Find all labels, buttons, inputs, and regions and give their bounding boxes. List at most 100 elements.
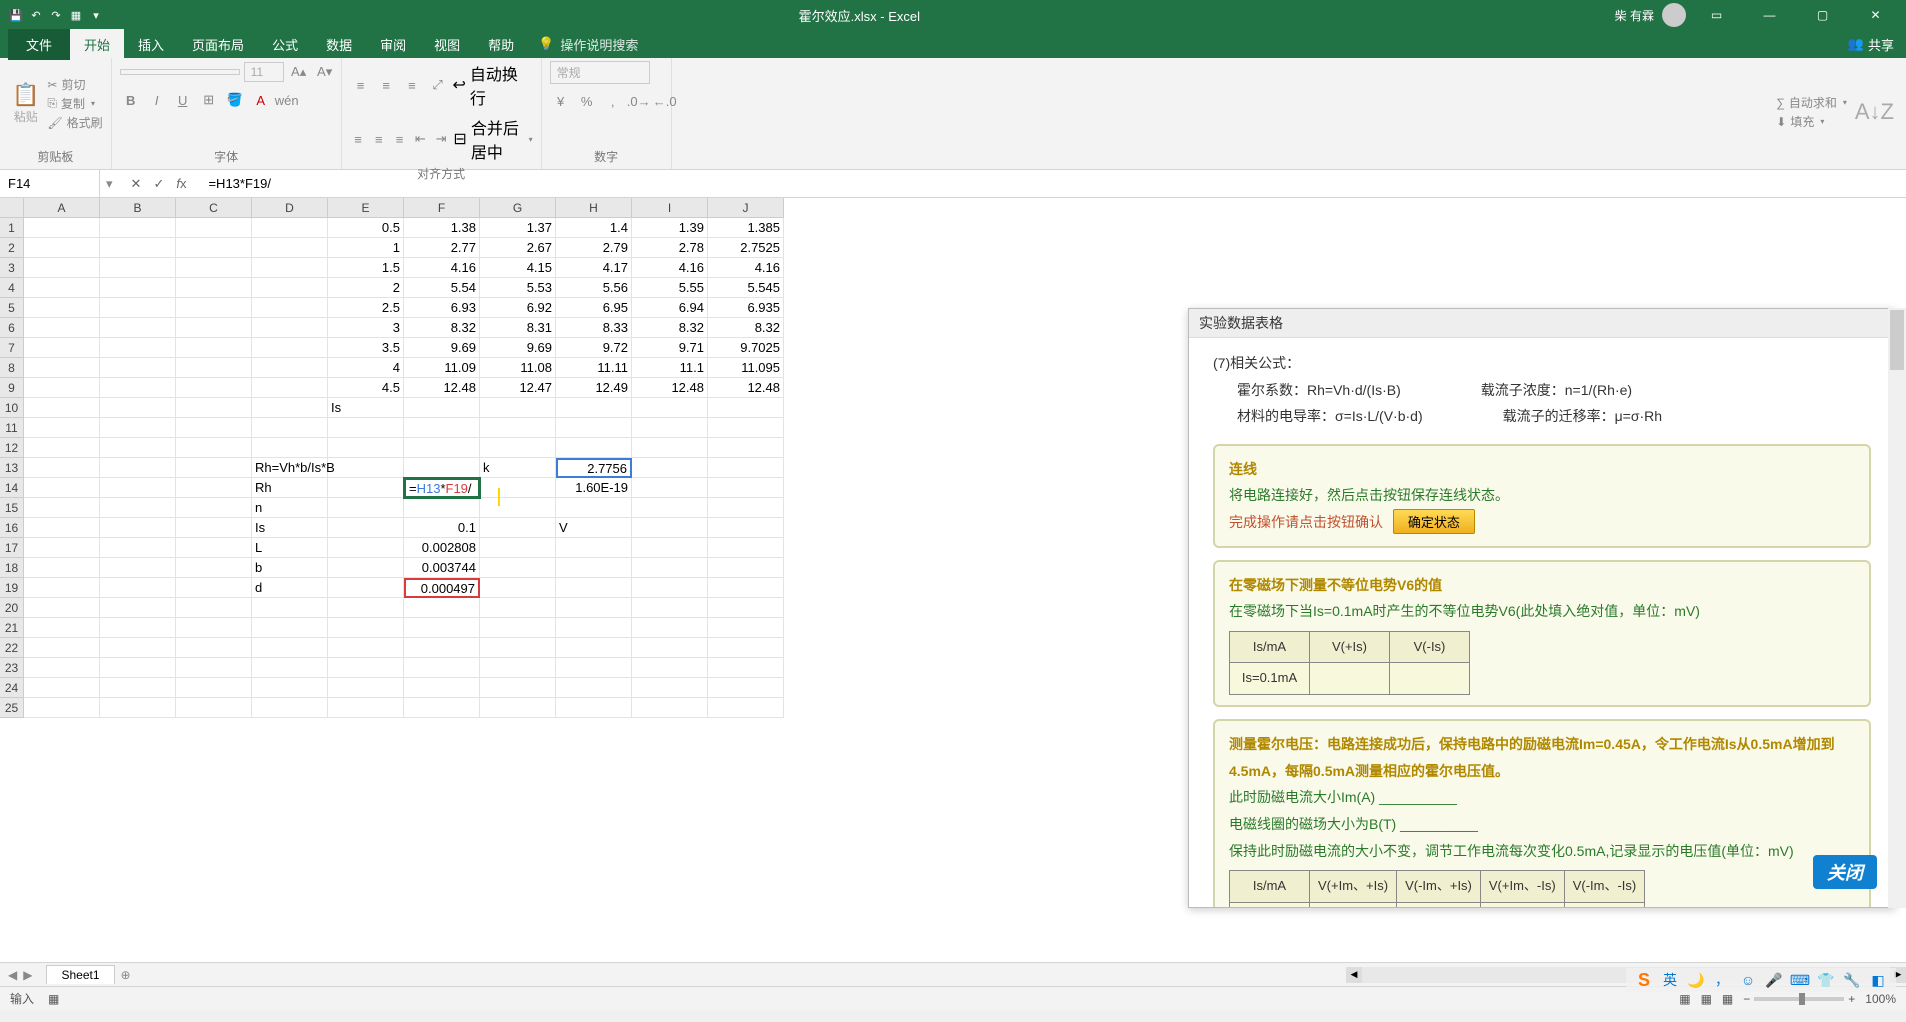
cell-E9[interactable]: 4.5 bbox=[328, 378, 404, 398]
cell-E1[interactable]: 0.5 bbox=[328, 218, 404, 238]
cell-B8[interactable] bbox=[100, 358, 176, 378]
cell-I4[interactable]: 5.55 bbox=[632, 278, 708, 298]
align-mid-button[interactable]: ≡ bbox=[375, 74, 397, 96]
cell-E5[interactable]: 2.5 bbox=[328, 298, 404, 318]
cell-B3[interactable] bbox=[100, 258, 176, 278]
cell-D13[interactable]: Rh=Vh*b/Is*B bbox=[252, 458, 328, 478]
cell-H11[interactable] bbox=[556, 418, 632, 438]
cell-C21[interactable] bbox=[176, 618, 252, 638]
name-box[interactable]: F14 bbox=[0, 170, 100, 197]
tab-help[interactable]: 帮助 bbox=[474, 29, 528, 60]
indent-inc-button[interactable]: ⇥ bbox=[433, 128, 450, 150]
cell-E8[interactable]: 4 bbox=[328, 358, 404, 378]
cell-G9[interactable]: 12.47 bbox=[480, 378, 556, 398]
cell-A18[interactable] bbox=[24, 558, 100, 578]
cell-F22[interactable] bbox=[404, 638, 480, 658]
col-header-B[interactable]: B bbox=[100, 198, 176, 218]
cell-A11[interactable] bbox=[24, 418, 100, 438]
row-header-1[interactable]: 1 bbox=[0, 218, 24, 238]
cell-D23[interactable] bbox=[252, 658, 328, 678]
avatar[interactable] bbox=[1662, 3, 1686, 27]
cell-D2[interactable] bbox=[252, 238, 328, 258]
row-header-25[interactable]: 25 bbox=[0, 698, 24, 718]
cell-J8[interactable]: 11.095 bbox=[708, 358, 784, 378]
cell-F8[interactable]: 11.09 bbox=[404, 358, 480, 378]
cell-F19[interactable]: 0.000497 bbox=[404, 578, 480, 598]
col-header-D[interactable]: D bbox=[252, 198, 328, 218]
indent-dec-button[interactable]: ⇤ bbox=[412, 128, 429, 150]
sogou-icon[interactable]: S bbox=[1634, 970, 1654, 990]
cell-D1[interactable] bbox=[252, 218, 328, 238]
ime-mic-icon[interactable]: 🎤 bbox=[1764, 970, 1784, 990]
table1-input[interactable] bbox=[1310, 663, 1390, 695]
cell-D15[interactable]: n bbox=[252, 498, 328, 518]
cell-D14[interactable]: Rh bbox=[252, 478, 328, 498]
cell-H14[interactable]: 1.60E-19 bbox=[556, 478, 632, 498]
cell-F15[interactable] bbox=[404, 498, 480, 518]
cell-C20[interactable] bbox=[176, 598, 252, 618]
percent-button[interactable]: % bbox=[576, 90, 598, 112]
row-header-7[interactable]: 7 bbox=[0, 338, 24, 358]
italic-button[interactable]: I bbox=[146, 89, 168, 111]
cell-J9[interactable]: 12.48 bbox=[708, 378, 784, 398]
view-normal-icon[interactable]: ▦ bbox=[1679, 992, 1690, 1006]
cell-I25[interactable] bbox=[632, 698, 708, 718]
cell-I12[interactable] bbox=[632, 438, 708, 458]
tab-formulas[interactable]: 公式 bbox=[258, 29, 312, 60]
fill-button[interactable]: ⬇填充▾ bbox=[1776, 113, 1847, 130]
cell-D19[interactable]: d bbox=[252, 578, 328, 598]
cell-G14[interactable] bbox=[480, 478, 556, 498]
row-header-15[interactable]: 15 bbox=[0, 498, 24, 518]
cell-F20[interactable] bbox=[404, 598, 480, 618]
increase-font-icon[interactable]: A▴ bbox=[288, 61, 310, 83]
enter-formula-icon[interactable]: ✓ bbox=[153, 176, 164, 192]
cell-F11[interactable] bbox=[404, 418, 480, 438]
cell-E22[interactable] bbox=[328, 638, 404, 658]
cell-F7[interactable]: 9.69 bbox=[404, 338, 480, 358]
cell-I8[interactable]: 11.1 bbox=[632, 358, 708, 378]
tab-review[interactable]: 审阅 bbox=[366, 29, 420, 60]
cell-H8[interactable]: 11.11 bbox=[556, 358, 632, 378]
row-header-21[interactable]: 21 bbox=[0, 618, 24, 638]
row-header-9[interactable]: 9 bbox=[0, 378, 24, 398]
cell-E11[interactable] bbox=[328, 418, 404, 438]
cell-E19[interactable] bbox=[328, 578, 404, 598]
cell-F13[interactable] bbox=[404, 458, 480, 478]
cell-G19[interactable] bbox=[480, 578, 556, 598]
underline-button[interactable]: U bbox=[172, 89, 194, 111]
cell-A13[interactable] bbox=[24, 458, 100, 478]
cell-D9[interactable] bbox=[252, 378, 328, 398]
row-header-19[interactable]: 19 bbox=[0, 578, 24, 598]
cell-J4[interactable]: 5.545 bbox=[708, 278, 784, 298]
ime-cube-icon[interactable]: ◧ bbox=[1868, 970, 1888, 990]
cell-B12[interactable] bbox=[100, 438, 176, 458]
cell-I3[interactable]: 4.16 bbox=[632, 258, 708, 278]
sheet-nav-next[interactable]: ▶ bbox=[23, 968, 32, 982]
cell-H9[interactable]: 12.49 bbox=[556, 378, 632, 398]
ime-lang-icon[interactable]: 英 bbox=[1660, 970, 1680, 990]
cell-I18[interactable] bbox=[632, 558, 708, 578]
ime-toolbar[interactable]: S 英 🌙 ， ☺ 🎤 ⌨ 👕 🔧 ◧ bbox=[1626, 968, 1896, 992]
row-header-6[interactable]: 6 bbox=[0, 318, 24, 338]
cell-G21[interactable] bbox=[480, 618, 556, 638]
col-header-G[interactable]: G bbox=[480, 198, 556, 218]
cell-I1[interactable]: 1.39 bbox=[632, 218, 708, 238]
copy-button[interactable]: ⎘复制▾ bbox=[47, 95, 102, 112]
cell-J2[interactable]: 2.7525 bbox=[708, 238, 784, 258]
cell-I5[interactable]: 6.94 bbox=[632, 298, 708, 318]
row-header-20[interactable]: 20 bbox=[0, 598, 24, 618]
cell-B17[interactable] bbox=[100, 538, 176, 558]
cell-J18[interactable] bbox=[708, 558, 784, 578]
cell-C5[interactable] bbox=[176, 298, 252, 318]
cell-H1[interactable]: 1.4 bbox=[556, 218, 632, 238]
cell-G4[interactable]: 5.53 bbox=[480, 278, 556, 298]
tab-file[interactable]: 文件 bbox=[8, 29, 70, 60]
cell-C16[interactable] bbox=[176, 518, 252, 538]
cell-C15[interactable] bbox=[176, 498, 252, 518]
cell-I6[interactable]: 8.32 bbox=[632, 318, 708, 338]
cell-B5[interactable] bbox=[100, 298, 176, 318]
confirm-status-button[interactable]: 确定状态 bbox=[1393, 509, 1475, 534]
cell-D21[interactable] bbox=[252, 618, 328, 638]
cell-A17[interactable] bbox=[24, 538, 100, 558]
cell-J15[interactable] bbox=[708, 498, 784, 518]
